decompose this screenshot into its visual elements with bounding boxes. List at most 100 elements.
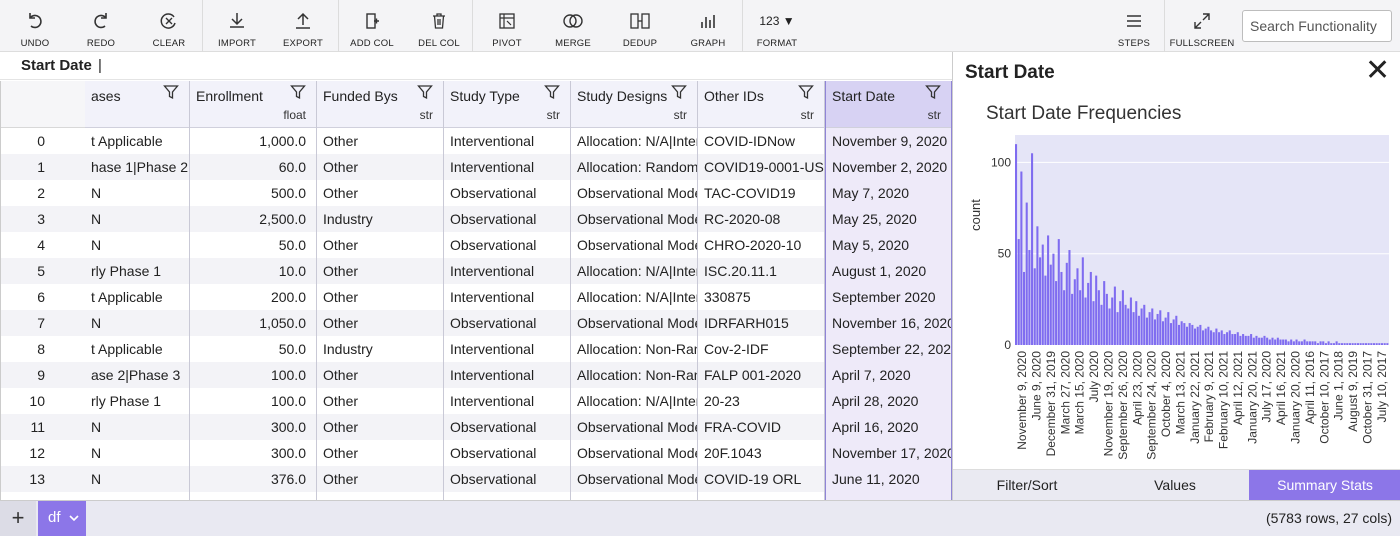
table-cell[interactable]: Other [317,440,443,466]
column-header[interactable]: Other IDs str [698,81,824,128]
column-header[interactable]: Study Designs str [571,81,697,128]
table-cell[interactable]: 500.0 [190,180,316,206]
table-cell[interactable]: Allocation: Non-Rande [571,336,697,362]
table-cell[interactable]: May 7, 2020 [826,180,951,206]
table-cell[interactable]: April 16, 2020 [826,414,951,440]
close-icon[interactable]: ✕ [1365,56,1390,86]
table-cell[interactable]: Observational [444,180,570,206]
filter-icon[interactable] [798,84,814,100]
table-cell[interactable]: Observational [444,414,570,440]
table-cell[interactable]: Observational [444,440,570,466]
column-header[interactable]: Start Date str [826,81,951,128]
table-cell[interactable]: Other [317,154,443,180]
table-cell[interactable]: Observational Model: [571,414,697,440]
table-cell[interactable]: IDRFARH015 [698,310,824,336]
table-cell[interactable]: 1,050.0 [190,310,316,336]
table-cell[interactable]: 20-23 [698,388,824,414]
table-cell[interactable]: Interventional [444,362,570,388]
grid-column[interactable]: Other IDs str COVID-IDNow COVID19-0001-USR T… [698,81,825,500]
pivot-button[interactable]: PIVOT [482,0,532,52]
table-cell[interactable]: 200.0 [190,284,316,310]
table-cell[interactable]: 50.0 [190,492,316,500]
table-cell[interactable]: Other [317,180,443,206]
tab-summary-stats[interactable]: Summary Stats [1249,470,1400,501]
grid-column[interactable]: Enrollment float 1,000.0 60.0 500.0 2,500.0 50… [190,81,317,500]
undo-button[interactable]: UNDO [10,0,60,52]
table-cell[interactable]: Other [317,128,443,154]
tab-filter-sort[interactable]: Filter/Sort [953,470,1101,501]
export-button[interactable]: EXPORT [276,0,330,52]
search-input[interactable] [1242,10,1392,42]
table-cell[interactable]: 20F.1043 [698,440,824,466]
table-cell[interactable]: Cov-2-SMC-V 2020 [698,492,824,500]
table-cell[interactable]: Interventional [444,128,570,154]
table-cell[interactable]: Other [317,414,443,440]
table-cell[interactable]: Interventional [444,154,570,180]
table-cell[interactable]: TAC-COVID19 [698,180,824,206]
filter-icon[interactable] [290,84,306,100]
table-cell[interactable]: Observational Model: [571,310,697,336]
fullscreen-button[interactable]: FULLSCREEN [1170,0,1234,52]
redo-button[interactable]: REDO [76,0,126,52]
table-cell[interactable]: Observational [444,466,570,492]
table-cell[interactable]: COVID-IDNow [698,128,824,154]
table-cell[interactable]: June 11, 2020 [826,466,951,492]
table-cell[interactable]: Interventional [444,388,570,414]
tab-values[interactable]: Values [1101,470,1249,501]
table-cell[interactable]: Industry [317,336,443,362]
filter-icon[interactable] [925,84,941,100]
table-cell[interactable]: November 17, 2020 [826,440,951,466]
table-cell[interactable]: 330875 [698,284,824,310]
table-cell[interactable]: 50.0 [190,336,316,362]
table-cell[interactable]: April 28, 2020 [826,388,951,414]
dataframe-tab[interactable]: df [38,501,86,536]
table-cell[interactable]: Industry [317,206,443,232]
table-cell[interactable]: Observational Model: [571,466,697,492]
column-header[interactable]: Enrollment float [190,81,316,128]
table-cell[interactable]: COVID19-0001-USR [698,154,824,180]
table-cell[interactable]: 1,000.0 [190,128,316,154]
table-cell[interactable]: Allocation: Non-Rande [571,362,697,388]
format-button[interactable]: 123 ▼ FORMAT [748,0,806,52]
table-cell[interactable]: Allocation: Randomiz [571,154,697,180]
add-dataframe-button[interactable]: + [0,501,36,536]
table-cell[interactable]: May 5, 2020 [826,232,951,258]
del-col-button[interactable]: DEL COL [412,0,466,52]
table-cell[interactable]: September 22, 2020 [826,336,951,362]
table-cell[interactable]: Other [317,466,443,492]
table-cell[interactable]: FRA-COVID [698,414,824,440]
table-cell[interactable]: 2,500.0 [190,206,316,232]
table-cell[interactable]: 50.0 [190,232,316,258]
grid-column[interactable]: Study Designs str Allocation: N/A|Interv Al… [571,81,698,500]
table-cell[interactable]: Allocation: Randomiz [571,492,697,500]
table-cell[interactable]: 300.0 [190,440,316,466]
table-cell[interactable]: November 2, 2020 [826,154,951,180]
table-cell[interactable]: CHRO-2020-10 [698,232,824,258]
table-cell[interactable]: August 1, 2020 [826,258,951,284]
table-cell[interactable]: Interventional [444,258,570,284]
merge-button[interactable]: MERGE [548,0,598,52]
text-cursor[interactable]: | [98,57,102,74]
table-cell[interactable]: 10.0 [190,258,316,284]
table-cell[interactable]: Observational [444,310,570,336]
table-cell[interactable]: November 16, 2020 [826,310,951,336]
table-cell[interactable]: Other [317,362,443,388]
table-cell[interactable]: Observational Model: [571,180,697,206]
table-cell[interactable]: Other [317,258,443,284]
table-cell[interactable]: Observational Model: [571,232,697,258]
table-cell[interactable]: November 9, 2020 [826,128,951,154]
table-cell[interactable]: ISC.20.11.1 [698,258,824,284]
table-cell[interactable]: 376.0 [190,466,316,492]
table-cell[interactable]: Other [317,284,443,310]
table-cell[interactable]: Interventional [444,492,570,500]
grid-column[interactable]: Funded Bys str Other Other Other Industry Othe… [317,81,444,500]
table-cell[interactable]: September 2020 [826,284,951,310]
table-cell[interactable]: Other [317,310,443,336]
table-cell[interactable]: Cov-2-IDF [698,336,824,362]
table-cell[interactable]: Interventional [444,284,570,310]
filter-icon[interactable] [163,84,179,100]
column-header[interactable]: Study Type str [444,81,570,128]
table-cell[interactable]: December 24, 2020 [826,492,951,500]
filter-icon[interactable] [544,84,560,100]
table-cell[interactable]: Observational Model: [571,206,697,232]
